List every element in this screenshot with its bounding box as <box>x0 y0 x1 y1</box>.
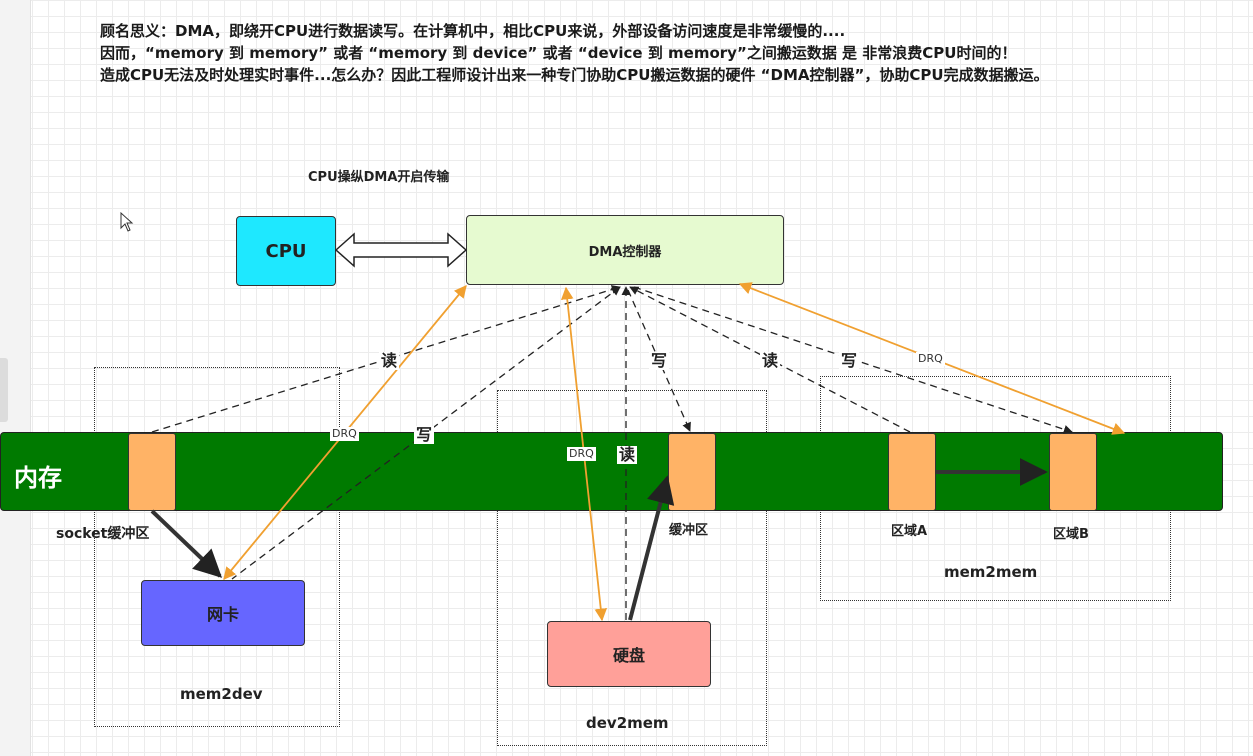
buffer-label: 缓冲区 <box>669 523 709 538</box>
region-b-label: 区域B <box>1053 527 1089 542</box>
mouse-cursor-icon <box>120 212 134 232</box>
cpu-dma-double-arrow <box>334 232 468 268</box>
label-read-socket: 读 <box>379 351 400 370</box>
mem2mem-label: mem2mem <box>944 563 1038 581</box>
region-a-label: 区域A <box>891 524 928 539</box>
label-write-region-b: 写 <box>839 351 860 370</box>
disk-to-buffer-arrow <box>628 475 675 621</box>
dev2mem-label: dev2mem <box>586 714 669 732</box>
drq-label-nic: DRQ <box>330 427 359 441</box>
drq-label-disk: DRQ <box>567 447 596 461</box>
drq-label-mem: DRQ <box>916 352 945 366</box>
socket-buffer-label: socket缓冲区 <box>56 526 150 542</box>
label-write-buffer: 写 <box>649 351 670 370</box>
socket-to-nic-arrow <box>150 509 223 578</box>
label-read-region-a: 读 <box>760 351 781 370</box>
label-read-disk: 读 <box>617 445 638 464</box>
mem2dev-label: mem2dev <box>180 685 263 703</box>
label-write-nic: 写 <box>414 425 435 444</box>
diagram-arrows <box>150 232 1126 622</box>
